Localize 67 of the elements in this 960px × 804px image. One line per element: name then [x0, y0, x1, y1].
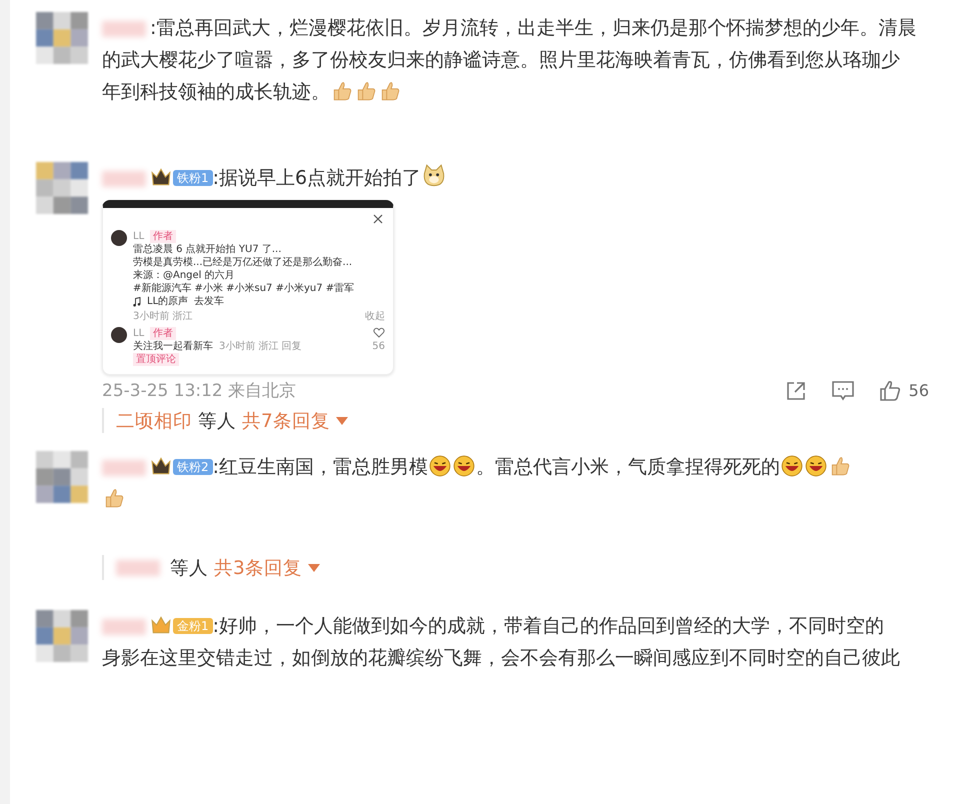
laughing-face-icon [429, 455, 452, 477]
post-line: #新能源汽车 #小米 #小米su7 #小米yu7 #雷军 [133, 282, 356, 295]
crown-icon [150, 456, 172, 476]
redacted-name [102, 460, 146, 476]
thumbs-up-icon [103, 487, 125, 509]
thumbs-up-icon [355, 80, 377, 102]
laughing-face-icon [453, 455, 476, 477]
comment-time: 25-3-25 13:12 来自北京 [102, 380, 296, 402]
avatar[interactable] [36, 610, 88, 662]
comment-text: 年到科技领袖的成长轨迹。 [102, 81, 330, 103]
like-count: 56 [908, 381, 929, 400]
fan-badge: 铁粉2 [173, 459, 213, 475]
author-name: LL [133, 230, 144, 243]
redacted-name [102, 20, 146, 37]
comment-text: :雷总再回武大，烂漫樱花依旧。岁月流转，出走半生，归来仍是那个怀揣梦想的少年。清晨 [150, 17, 916, 39]
comment-icon[interactable] [830, 380, 855, 402]
thumbs-up-icon [379, 80, 401, 102]
caret-icon[interactable] [308, 564, 320, 572]
comment-text: :据说早上6点就开始拍了 [212, 167, 422, 189]
screenshot-thumbnail[interactable]: LL 作者 雷总凌晨 6 点就开始拍 YU7 了... 劳模是真劳模...已经是万亿还做了还是那么勤奋... 来源：@Angel 的六月 #新能源汽车 #小米 #小米su7 #小米yu7 #雷军 LL的原声 去发车 3小时前 浙江 收起 LL 作者 关注我一起看新车 3小时前 浙江 回复 置顶评论 56 [102, 200, 394, 375]
like-count: 56 [372, 340, 385, 353]
laughing-face-icon [781, 455, 804, 477]
redacted-name [102, 618, 146, 635]
post-time: 3小时前 浙江 [133, 310, 193, 323]
author-tag: 作者 [150, 230, 176, 243]
comment-text: 身影在这里交错走过，如倒放的花瓣缤纷飞舞，会不会有那么一瞬间感应到不同时空的自己彼此 [102, 647, 900, 669]
collapse-link[interactable]: 收起 [365, 310, 385, 323]
redacted-name [116, 560, 160, 576]
laughing-face-icon [805, 455, 828, 477]
reply-text: 关注我一起看新车 [133, 340, 213, 353]
avatar [111, 327, 127, 343]
avatar[interactable] [36, 451, 88, 503]
comment-text: :好帅，一个人能做到如今的成就，带着自己的作品回到曾经的大学，不同时空的 [212, 615, 884, 637]
dog-face-icon [422, 164, 446, 188]
music-note-icon [133, 296, 141, 306]
share-icon[interactable] [784, 380, 807, 402]
music-label: LL的原声 [147, 295, 188, 308]
thumbs-up-icon [331, 80, 353, 102]
post-line: 来源：@Angel 的六月 [133, 269, 236, 282]
crown-icon [150, 615, 172, 635]
author-name: LL [133, 327, 144, 340]
thumbs-up-icon [829, 455, 852, 477]
close-icon [373, 214, 383, 224]
reply-user-link[interactable]: 二顷相印 [116, 408, 192, 433]
reply-count-link[interactable]: 共3条回复 [214, 555, 302, 580]
avatar[interactable] [36, 162, 88, 214]
author-tag: 作者 [150, 327, 176, 340]
fan-badge: 铁粉1 [173, 170, 213, 186]
pinned-tag: 置顶评论 [133, 353, 179, 366]
comment-text: :红豆生南国，雷总胜男模 [212, 456, 428, 478]
redacted-name [102, 170, 146, 187]
avatar[interactable] [36, 12, 88, 64]
like-icon[interactable] [878, 380, 901, 402]
fan-badge: 金粉1 [173, 618, 213, 634]
replies-others: 等人 [198, 410, 236, 433]
crown-icon [150, 167, 172, 187]
music-extra: 去发车 [194, 295, 224, 308]
reply-meta: 3小时前 浙江 回复 [219, 340, 302, 353]
heart-icon[interactable] [372, 327, 385, 338]
reply-count-link[interactable]: 共7条回复 [242, 408, 330, 433]
comment-text: 的武大樱花少了喧嚣，多了份校友归来的静谧诗意。照片里花海映着青瓦，仿佛看到您从珞珈少 [102, 49, 900, 71]
caret-icon[interactable] [336, 416, 348, 424]
post-line: 雷总凌晨 6 点就开始拍 YU7 了... [133, 243, 282, 256]
comment-text: 。雷总代言小米，气质拿捏得死死的 [476, 456, 780, 478]
post-line: 劳模是真劳模...已经是万亿还做了还是那么勤奋... [133, 256, 354, 269]
replies-others: 等人 [170, 557, 208, 580]
avatar [111, 230, 127, 246]
